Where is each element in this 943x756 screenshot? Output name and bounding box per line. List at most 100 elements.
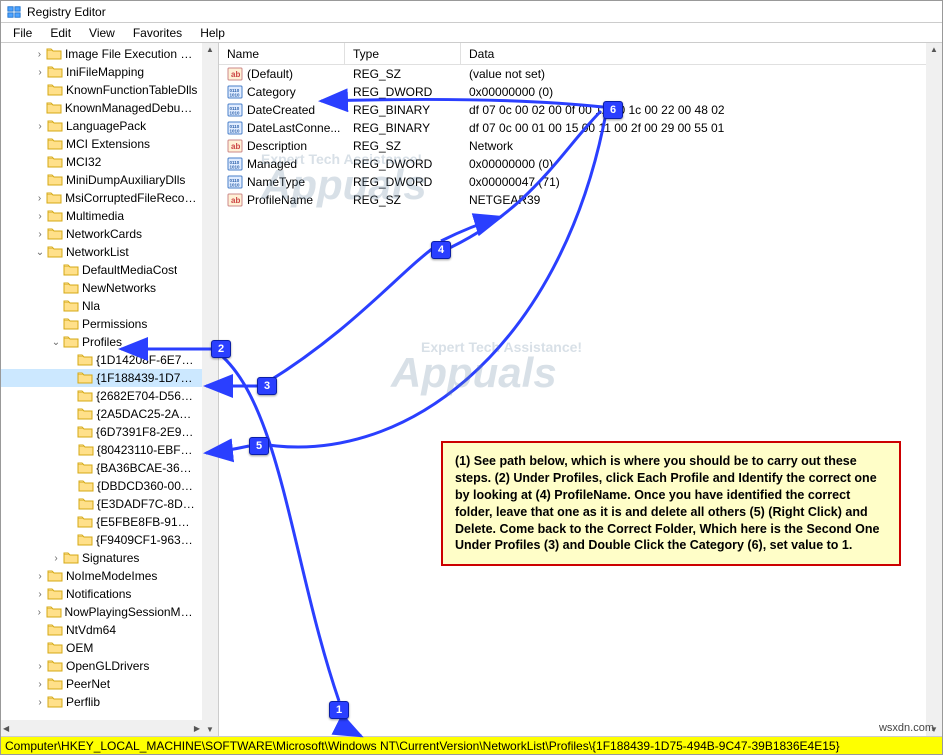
tree-node[interactable]: {80423110-EBFC-4C	[1, 441, 202, 459]
folder-icon	[46, 191, 62, 205]
tree-node-label: NtVdm64	[66, 623, 116, 637]
tree-node[interactable]: Signatures	[1, 549, 202, 567]
folder-icon	[46, 47, 62, 61]
expander-icon[interactable]	[33, 589, 47, 600]
tree-node[interactable]: NoImeModeImes	[1, 567, 202, 585]
tree-node[interactable]: {BA36BCAE-36C3-47	[1, 459, 202, 477]
menu-view[interactable]: View	[81, 24, 123, 42]
folder-icon	[47, 119, 63, 133]
statusbar-path: Computer\HKEY_LOCAL_MACHINE\SOFTWARE\Mic…	[1, 736, 942, 754]
tree-node[interactable]: MsiCorruptedFileRecovery	[1, 189, 202, 207]
tree-node[interactable]: DefaultMediaCost	[1, 261, 202, 279]
scroll-up-icon[interactable]: ▲	[206, 45, 214, 54]
menu-edit[interactable]: Edit	[42, 24, 79, 42]
folder-icon	[77, 389, 93, 403]
scroll-right-icon[interactable]: ▶	[194, 724, 200, 733]
tree-node[interactable]: Perflib	[1, 693, 202, 711]
tree-node[interactable]: OEM	[1, 639, 202, 657]
value-row[interactable]: 01101010 DateLastConne...REG_BINARYdf 07…	[219, 119, 942, 137]
binary-value-icon: 01101010	[227, 156, 243, 172]
value-row[interactable]: 01101010 DateCreatedREG_BINARYdf 07 0c 0…	[219, 101, 942, 119]
value-row[interactable]: 01101010 CategoryREG_DWORD0x00000000 (0)	[219, 83, 942, 101]
expander-icon[interactable]	[33, 67, 47, 78]
expander-icon[interactable]	[33, 661, 47, 672]
column-data[interactable]: Data	[461, 43, 942, 64]
tree-node[interactable]: NetworkList	[1, 243, 202, 261]
value-row[interactable]: ab (Default)REG_SZ(value not set)	[219, 65, 942, 83]
expander-icon[interactable]	[33, 247, 47, 258]
tree-node[interactable]: {E5FBE8FB-91C8-4D	[1, 513, 202, 531]
expander-icon[interactable]	[33, 121, 47, 132]
tree-node-label: {DBDCD360-00D9-4	[97, 479, 198, 493]
tree-node[interactable]: Nla	[1, 297, 202, 315]
tree-node[interactable]: Multimedia	[1, 207, 202, 225]
folder-icon	[47, 227, 63, 241]
tree-node[interactable]: Permissions	[1, 315, 202, 333]
tree-node[interactable]: {6D7391F8-2E9A-48E	[1, 423, 202, 441]
scroll-up-icon[interactable]: ▲	[930, 45, 938, 54]
tree-scrollbar-horizontal[interactable]: ◀▶	[1, 720, 202, 736]
value-data: 0x00000000 (0)	[461, 157, 942, 171]
tree-scrollbar-vertical[interactable]: ▲▼	[202, 43, 218, 736]
expander-icon[interactable]	[33, 679, 47, 690]
scroll-down-icon[interactable]: ▼	[206, 725, 214, 734]
menu-file[interactable]: File	[5, 24, 40, 42]
tree-node[interactable]: KnownFunctionTableDlls	[1, 81, 202, 99]
value-row[interactable]: 01101010 NameTypeREG_DWORD0x00000047 (71…	[219, 173, 942, 191]
expander-icon[interactable]	[33, 697, 47, 708]
tree-node[interactable]: PeerNet	[1, 675, 202, 693]
expander-icon[interactable]	[33, 211, 47, 222]
menu-favorites[interactable]: Favorites	[125, 24, 190, 42]
value-row[interactable]: 01101010 ManagedREG_DWORD0x00000000 (0)	[219, 155, 942, 173]
tree-node[interactable]: NetworkCards	[1, 225, 202, 243]
expander-icon[interactable]	[33, 49, 46, 60]
tree-node[interactable]: MCI32	[1, 153, 202, 171]
string-value-icon: ab	[227, 192, 243, 208]
value-type: REG_BINARY	[345, 103, 461, 117]
tree-node[interactable]: MCI Extensions	[1, 135, 202, 153]
scroll-left-icon[interactable]: ◀	[3, 724, 9, 733]
menu-help[interactable]: Help	[192, 24, 233, 42]
tree-node[interactable]: KnownManagedDebugging	[1, 99, 202, 117]
tree-node[interactable]: {1D14208F-6E7D-409	[1, 351, 202, 369]
column-type[interactable]: Type	[345, 43, 461, 64]
tree-node[interactable]: NtVdm64	[1, 621, 202, 639]
tree-node[interactable]: NowPlayingSessionManage	[1, 603, 202, 621]
value-data: Network	[461, 139, 942, 153]
tree-node[interactable]: Notifications	[1, 585, 202, 603]
tree-node-label: Notifications	[66, 587, 131, 601]
tree-node[interactable]: NewNetworks	[1, 279, 202, 297]
expander-icon[interactable]	[49, 337, 63, 348]
expander-icon[interactable]	[33, 193, 46, 204]
expander-icon[interactable]	[49, 553, 63, 564]
svg-text:1010: 1010	[230, 111, 241, 116]
expander-icon[interactable]	[33, 571, 47, 582]
expander-icon[interactable]	[33, 607, 46, 618]
tree-node[interactable]: OpenGLDrivers	[1, 657, 202, 675]
value-list[interactable]: Name Type Data ab (Default)REG_SZ(value …	[219, 43, 942, 736]
tree-node[interactable]: Image File Execution Optio	[1, 45, 202, 63]
tree-node-label: Profiles	[82, 335, 122, 349]
scroll-down-icon[interactable]: ▼	[930, 725, 938, 734]
registry-tree[interactable]: Image File Execution Optio IniFileMappin…	[1, 43, 219, 736]
folder-icon	[77, 353, 93, 367]
tree-node[interactable]: LanguagePack	[1, 117, 202, 135]
value-row[interactable]: ab ProfileNameREG_SZNETGEAR39	[219, 191, 942, 209]
value-row[interactable]: ab DescriptionREG_SZNetwork	[219, 137, 942, 155]
tree-node[interactable]: {F9409CF1-963C-41C	[1, 531, 202, 549]
tree-node-label: LanguagePack	[66, 119, 146, 133]
tree-node[interactable]: MiniDumpAuxiliaryDlls	[1, 171, 202, 189]
tree-node[interactable]: {DBDCD360-00D9-4	[1, 477, 202, 495]
folder-icon	[47, 209, 63, 223]
tree-node[interactable]: {E3DADF7C-8D9B-4	[1, 495, 202, 513]
tree-node[interactable]: {2A5DAC25-2AF3-48	[1, 405, 202, 423]
expander-icon[interactable]	[33, 229, 47, 240]
svg-text:ab: ab	[231, 70, 240, 79]
tree-node[interactable]: Profiles	[1, 333, 202, 351]
tree-node[interactable]: {2682E704-D56B-4F9	[1, 387, 202, 405]
column-name[interactable]: Name	[219, 43, 345, 64]
tree-node[interactable]: IniFileMapping	[1, 63, 202, 81]
tree-node[interactable]: {1F188439-1D75-494	[1, 369, 202, 387]
list-scrollbar-vertical[interactable]: ▲▼	[926, 43, 942, 736]
tree-node-label: MCI Extensions	[66, 137, 150, 151]
